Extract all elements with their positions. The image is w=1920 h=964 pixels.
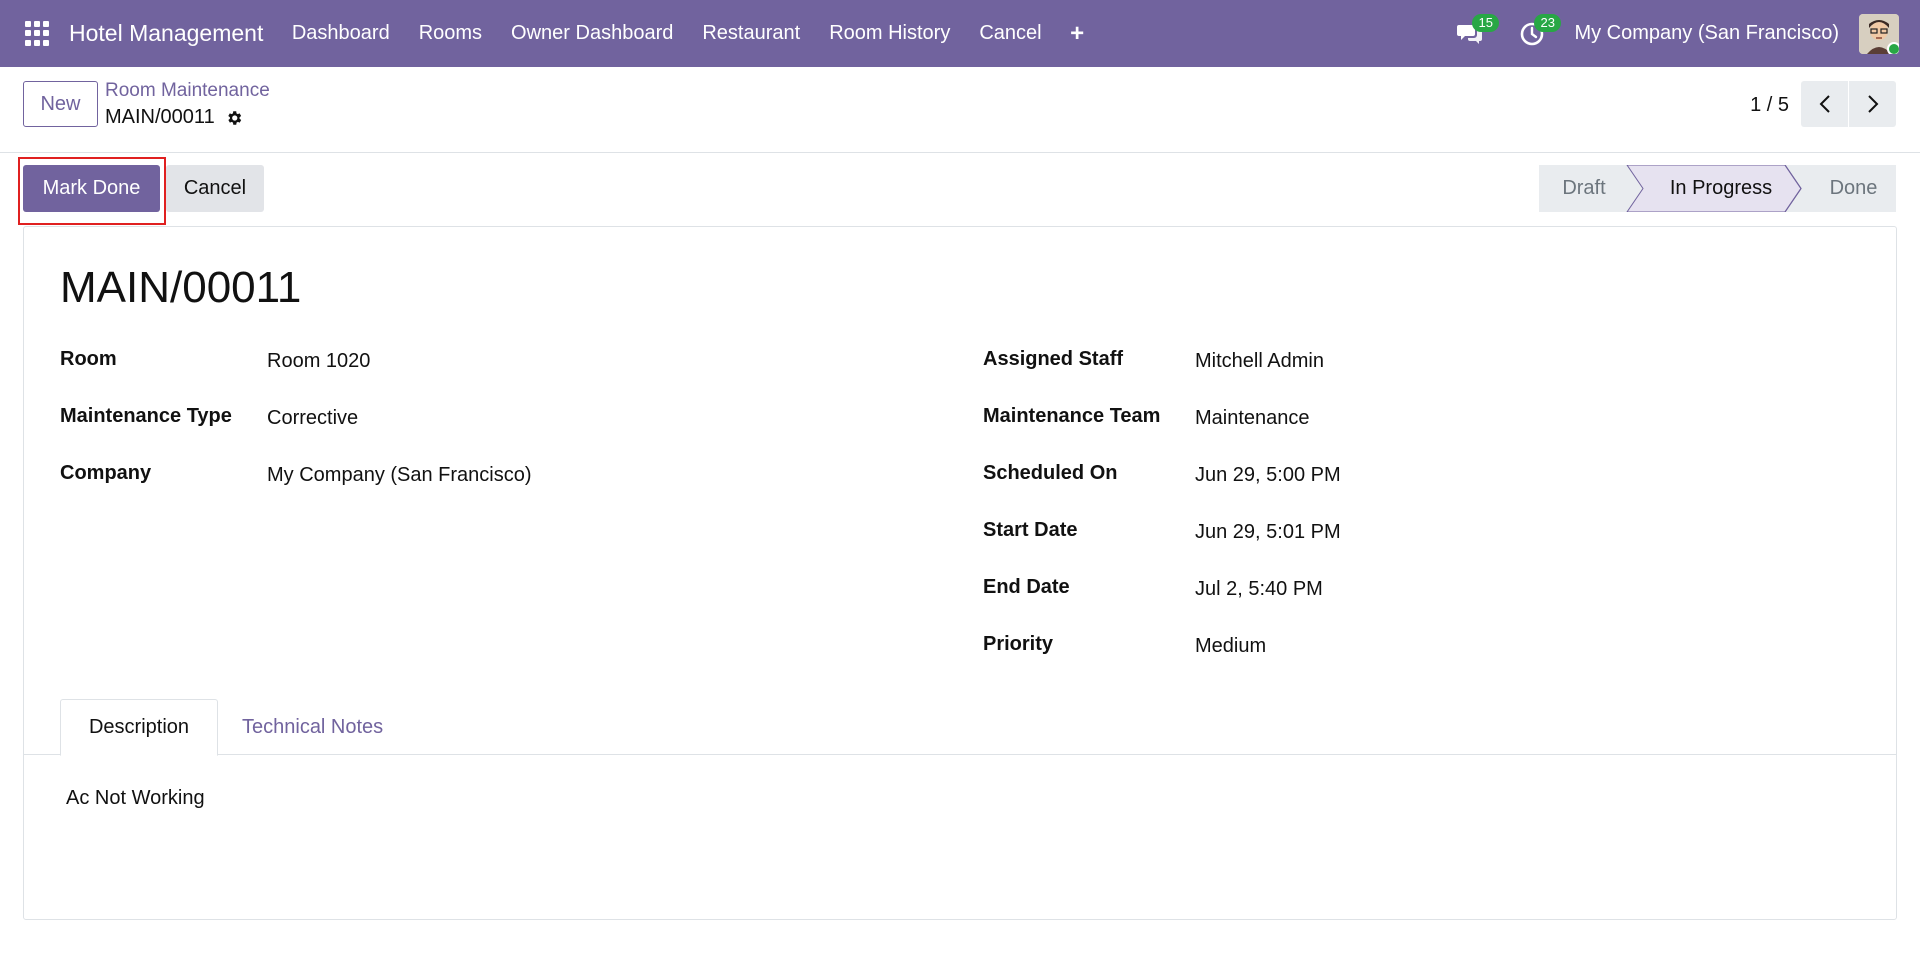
- start-date-field[interactable]: Jun 29, 5:01 PM: [1195, 521, 1341, 544]
- company-switcher[interactable]: My Company (San Francisco): [1574, 22, 1839, 45]
- description-text[interactable]: Ac Not Working: [66, 787, 205, 810]
- stage-selector: Draft In Progress Done: [1539, 165, 1896, 212]
- pager-buttons: [1801, 81, 1896, 127]
- stage-done[interactable]: Done: [1797, 165, 1896, 212]
- gear-icon[interactable]: [225, 109, 243, 127]
- pager-next-button[interactable]: [1849, 81, 1896, 127]
- menu-item-cancel[interactable]: Cancel: [965, 22, 1056, 45]
- stage-in-progress[interactable]: In Progress: [1637, 165, 1797, 212]
- company-label: Company: [60, 462, 152, 484]
- chevron-right-icon: [1867, 95, 1878, 113]
- menu-item-rooms[interactable]: Rooms: [404, 22, 496, 45]
- form-sheet: MAIN/00011 Room Room 1020 Maintenance Ty…: [23, 226, 1897, 920]
- room-field[interactable]: Room 1020: [267, 350, 370, 373]
- control-panel: New Room Maintenance MAIN/00011 1 / 5: [0, 67, 1920, 153]
- app-grid-icon[interactable]: [25, 20, 51, 47]
- messages-count-badge: 15: [1472, 13, 1499, 32]
- maintenance-team-label: Maintenance Team: [983, 405, 1161, 427]
- plus-icon[interactable]: +: [1056, 20, 1098, 48]
- room-label: Room: [60, 348, 117, 370]
- priority-label: Priority: [983, 633, 1054, 655]
- maintenance-type-field[interactable]: Corrective: [267, 407, 358, 430]
- tab-description[interactable]: Description: [60, 699, 218, 756]
- breadcrumb-current-label: MAIN/00011: [105, 106, 215, 128]
- new-button[interactable]: New: [23, 81, 98, 127]
- tab-technical-notes[interactable]: Technical Notes: [242, 699, 383, 756]
- menu-item-room-history[interactable]: Room History: [815, 22, 965, 45]
- menu-item-dashboard[interactable]: Dashboard: [277, 22, 404, 45]
- notebook-tabs: Description Technical Notes: [24, 699, 1896, 756]
- start-date-label: Start Date: [983, 519, 1078, 541]
- maintenance-team-field[interactable]: Maintenance: [1195, 407, 1310, 430]
- record-title: MAIN/00011: [60, 263, 302, 312]
- priority-field[interactable]: Medium: [1195, 635, 1266, 658]
- chevron-left-icon: [1819, 95, 1830, 113]
- pager-value: 1 / 5: [1750, 94, 1789, 116]
- end-date-label: End Date: [983, 576, 1070, 598]
- user-avatar[interactable]: [1859, 13, 1899, 54]
- main-menu: Dashboard Rooms Owner Dashboard Restaura…: [277, 20, 1098, 48]
- status-bar: Mark Done Cancel Draft In Progress Done: [0, 154, 1920, 226]
- mark-done-button[interactable]: Mark Done: [23, 165, 160, 212]
- end-date-field[interactable]: Jul 2, 5:40 PM: [1195, 578, 1323, 601]
- breadcrumb: Room Maintenance MAIN/00011: [105, 80, 270, 129]
- messages-button[interactable]: 15: [1450, 13, 1499, 54]
- company-field[interactable]: My Company (San Francisco): [267, 464, 532, 487]
- cancel-button[interactable]: Cancel: [166, 165, 264, 212]
- stage-draft[interactable]: Draft: [1539, 165, 1637, 212]
- menu-item-owner-dashboard[interactable]: Owner Dashboard: [497, 22, 688, 45]
- activities-button[interactable]: 23: [1512, 13, 1561, 54]
- menu-item-restaurant[interactable]: Restaurant: [688, 22, 815, 45]
- breadcrumb-current: MAIN/00011: [105, 106, 270, 129]
- assigned-staff-field[interactable]: Mitchell Admin: [1195, 350, 1324, 373]
- scheduled-on-label: Scheduled On: [983, 462, 1118, 484]
- scheduled-on-field[interactable]: Jun 29, 5:00 PM: [1195, 464, 1341, 487]
- assigned-staff-label: Assigned Staff: [983, 348, 1124, 370]
- online-status-dot: [1887, 41, 1899, 54]
- activities-count-badge: 23: [1534, 13, 1561, 32]
- app-name[interactable]: Hotel Management: [69, 20, 263, 47]
- navbar-systray: 15 23 My Company (San Francisco): [1450, 0, 1920, 67]
- pager-previous-button[interactable]: [1801, 81, 1848, 127]
- maintenance-type-label: Maintenance Type: [60, 405, 232, 427]
- top-navbar: Hotel Management Dashboard Rooms Owner D…: [0, 0, 1920, 67]
- breadcrumb-room-maintenance[interactable]: Room Maintenance: [105, 80, 270, 102]
